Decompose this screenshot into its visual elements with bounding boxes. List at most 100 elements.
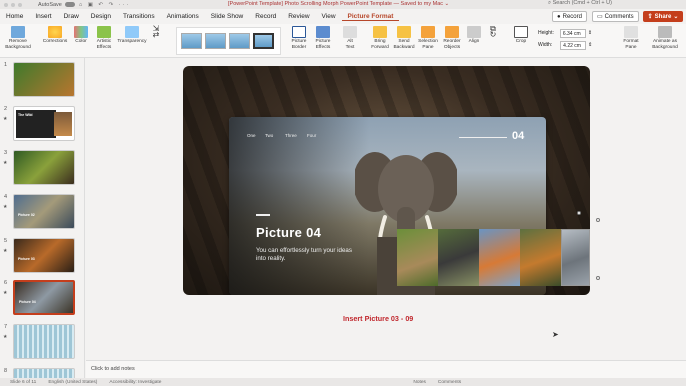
slide-heading[interactable]: Picture 04 — [256, 225, 321, 240]
tab-picture-format[interactable]: Picture Format — [341, 13, 400, 21]
slide-thumbnail-6-selected[interactable]: Picture 04 — [13, 280, 75, 315]
height-field[interactable]: 6.34 cm — [559, 28, 586, 38]
color-button[interactable]: Color — [72, 26, 90, 45]
artistic-effects-icon — [97, 26, 111, 38]
tab-design[interactable]: Design — [85, 13, 117, 20]
remove-background-icon — [11, 26, 25, 38]
zoom-window-icon[interactable] — [18, 2, 22, 7]
tab-record[interactable]: Record — [249, 13, 282, 20]
bring-forward-label: Bring Forward — [371, 39, 389, 50]
tab-animations[interactable]: Animations — [161, 13, 205, 20]
align-label: Align — [468, 39, 480, 44]
picture-style-3[interactable] — [229, 33, 250, 49]
slide-number: 3 — [4, 150, 8, 156]
search-input[interactable]: ⌕ Search (Cmd + Ctrl + U) — [548, 0, 612, 7]
language-indicator[interactable]: English (United States) — [48, 380, 97, 385]
seal-picture-selected[interactable] — [561, 229, 590, 286]
slide-editing-canvas[interactable]: One Two Three Four 04 Picture 04 You can… — [86, 58, 686, 360]
star-icon: ★ — [3, 248, 8, 254]
artistic-effects-button[interactable]: Artistic Effects — [93, 26, 115, 50]
comments-button-label: Comments — [604, 13, 634, 20]
width-stepper[interactable]: ⇕ — [588, 42, 592, 48]
slide-number: 4 — [4, 194, 8, 200]
picture-border-label: Picture Border — [291, 39, 307, 50]
tab-insert[interactable]: Insert — [29, 13, 57, 20]
height-stepper[interactable]: ⇕ — [588, 30, 592, 36]
notes-pane[interactable]: Click to add notes — [86, 360, 686, 378]
send-backward-label: Send Backward — [393, 39, 415, 50]
picture-style-1[interactable] — [181, 33, 202, 49]
slide-caption: The Wild — [18, 113, 33, 117]
share-button[interactable]: ⇪ Share ⌄ — [643, 11, 683, 22]
picture-style-4[interactable] — [253, 33, 274, 49]
crop-label: Crop — [515, 39, 527, 44]
picture-style-2[interactable] — [205, 33, 226, 49]
selection-pane-button[interactable]: Selection Pane — [417, 26, 439, 50]
star-icon: ★ — [3, 116, 8, 122]
picture-border-button[interactable]: Picture Border — [288, 26, 310, 50]
tab-slide-show[interactable]: Slide Show — [205, 13, 250, 20]
minimize-window-icon[interactable] — [11, 2, 15, 7]
accessibility-checker[interactable]: Accessibility: Investigate — [109, 380, 161, 385]
resize-handle[interactable] — [596, 218, 600, 222]
autosave-label: AutoSave — [38, 1, 62, 8]
notes-toggle[interactable]: Notes — [413, 380, 426, 385]
record-button-label: Record — [562, 13, 582, 20]
remove-background-button[interactable]: Remove Background — [3, 26, 33, 50]
record-button[interactable]: ● Record — [552, 11, 587, 22]
slide-number: 8 — [4, 368, 8, 374]
animate-as-background-button[interactable]: Animate as Background — [648, 26, 682, 50]
tiger-picture[interactable] — [520, 229, 561, 286]
rabbit-picture[interactable] — [397, 229, 438, 286]
slide-thumbnail-7[interactable] — [13, 324, 75, 359]
raccoon-picture[interactable] — [438, 229, 479, 286]
notes-placeholder[interactable]: Click to add notes — [91, 366, 135, 372]
tab-view[interactable]: View — [316, 13, 342, 20]
close-window-icon[interactable] — [4, 2, 8, 7]
tab-review[interactable]: Review — [282, 13, 315, 20]
slide-thumbnail-2[interactable]: The Wild — [13, 106, 75, 141]
picture-styles-gallery[interactable] — [176, 27, 281, 55]
compress-pictures-button[interactable]: ⇲ ⇄ — [150, 25, 162, 38]
slide-index-number: 04 — [512, 130, 525, 142]
fox-picture[interactable] — [479, 229, 520, 286]
toggle-switch-icon[interactable] — [64, 2, 75, 7]
corrections-button[interactable]: Corrections — [40, 26, 70, 45]
autosave-toggle[interactable]: AutoSave — [38, 2, 75, 8]
width-field[interactable]: 4.22 cm — [560, 40, 587, 50]
ribbon: Remove Background Corrections Color Arti… — [0, 24, 686, 58]
crop-button[interactable]: Crop — [512, 26, 530, 45]
group-button[interactable]: ⧉ ↻ — [487, 25, 499, 38]
window-controls[interactable] — [4, 2, 22, 7]
format-pane-button[interactable]: Format Pane — [620, 26, 642, 50]
tab-home[interactable]: Home — [0, 13, 29, 20]
slide-subtitle[interactable]: You can effortlessly turn your ideas int… — [256, 247, 356, 263]
reorder-objects-button[interactable]: Reorder Objects — [441, 26, 463, 50]
send-backward-button[interactable]: Send Backward — [393, 26, 415, 50]
slide-counter: Slide 6 of 11 — [10, 379, 37, 385]
align-button[interactable]: Align — [466, 26, 482, 45]
rotation-handle[interactable] — [577, 211, 581, 215]
slide-thumbnail-3[interactable] — [13, 150, 75, 185]
comments-toggle[interactable]: Comments — [438, 380, 461, 385]
transparency-button[interactable]: Transparency — [117, 26, 147, 45]
bring-forward-button[interactable]: Bring Forward — [369, 26, 391, 50]
picture-effects-label: Picture Effects — [315, 39, 331, 50]
quick-access-toolbar[interactable]: ⌂ ▣ ↶ ↷ ··· — [79, 2, 130, 8]
slide-thumbnails-panel[interactable]: 1 2 ★ The Wild 3 ★ 4 ★ Picture 02 5 ★ Pi… — [0, 58, 85, 380]
slide-caption: Picture 03 — [18, 257, 35, 261]
heading-accent-line — [256, 214, 270, 216]
slide-thumbnail-5[interactable]: Picture 03 — [13, 238, 75, 273]
tab-draw[interactable]: Draw — [58, 13, 85, 20]
slide-caption: Picture 04 — [19, 300, 36, 304]
tab-transitions[interactable]: Transitions — [117, 13, 161, 20]
crop-icon — [514, 26, 528, 38]
comments-button[interactable]: ▭ Comments — [592, 11, 639, 22]
current-slide[interactable]: One Two Three Four 04 Picture 04 You can… — [183, 66, 590, 295]
picture-effects-button[interactable]: Picture Effects — [312, 26, 334, 50]
slide-thumbnail-4[interactable]: Picture 02 — [13, 194, 75, 229]
slide-thumbnail-1[interactable] — [13, 62, 75, 97]
width-label: Width: — [538, 42, 553, 48]
alt-text-button[interactable]: Alt Text — [341, 26, 359, 50]
resize-handle[interactable] — [596, 276, 600, 280]
